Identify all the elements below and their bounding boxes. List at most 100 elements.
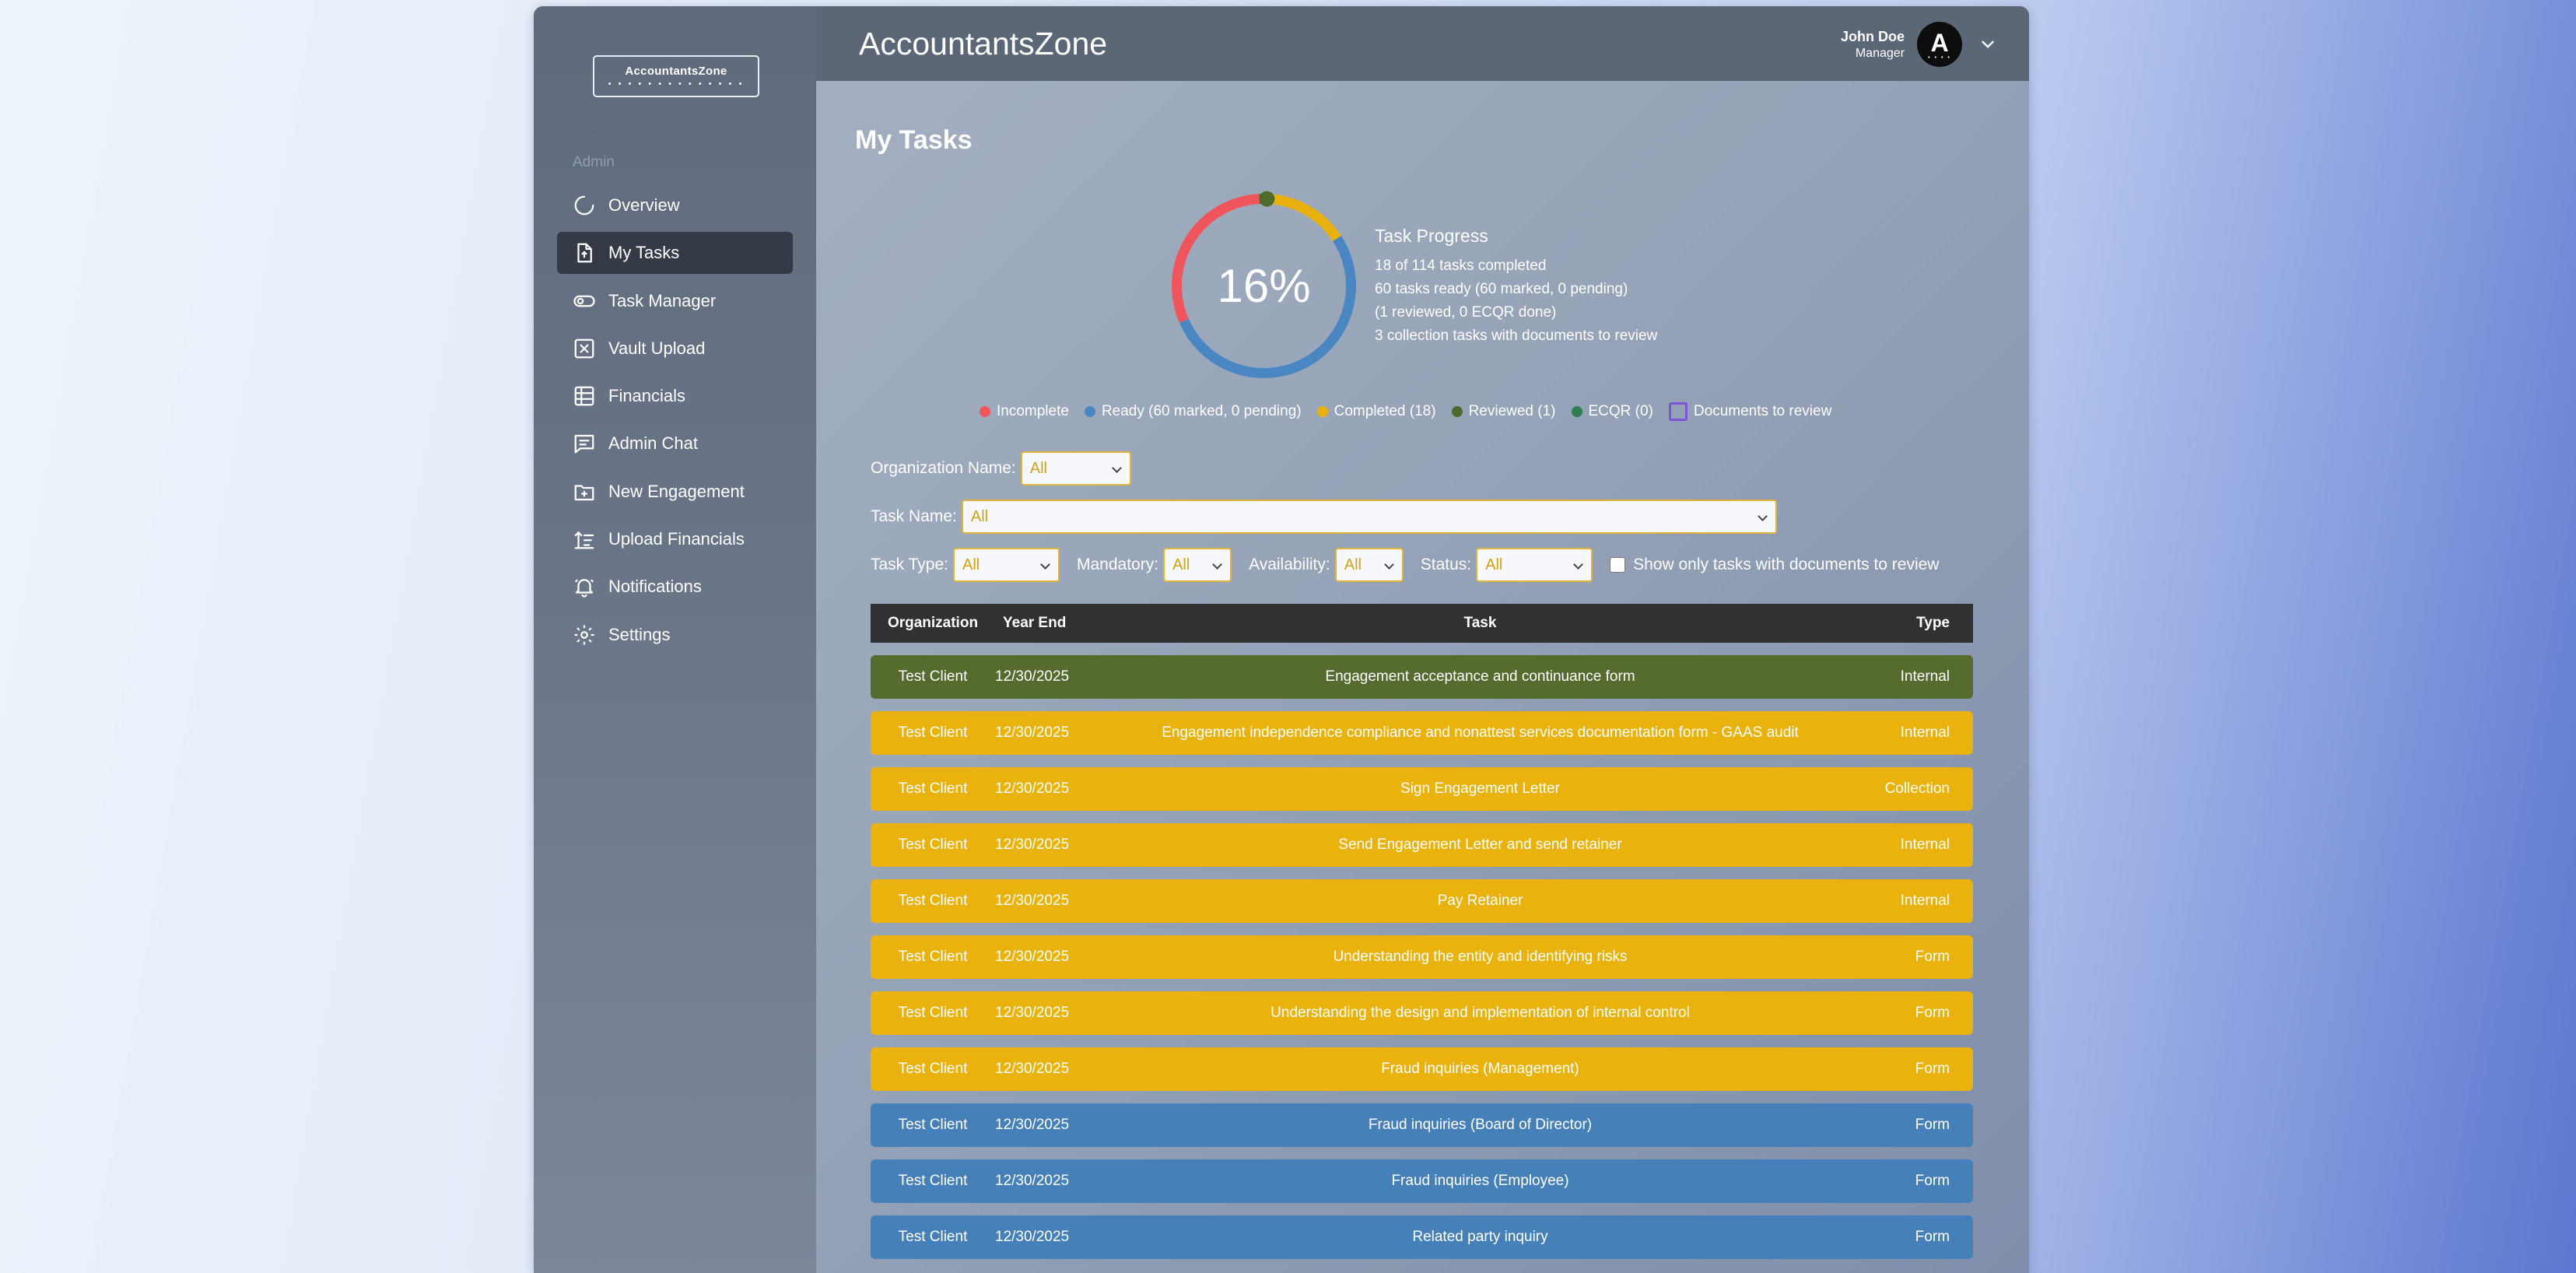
header-organization[interactable]: Organization (871, 615, 995, 632)
cell-year-end: 12/30/2025 (995, 1117, 1070, 1133)
progress-donut: 16% (1165, 187, 1363, 385)
vault-icon (574, 338, 594, 359)
legend-label: Incomplete (997, 403, 1069, 419)
legend-label: Documents to review (1693, 403, 1832, 419)
sidebar-nav: Overview My Tasks Task Manager Vault Upl… (557, 184, 793, 661)
sidebar-item-financials[interactable]: Financials (557, 375, 793, 417)
type-filter-label: Task Type: (871, 556, 948, 573)
mandatory-filter-label: Mandatory: (1077, 556, 1159, 573)
page-title: My Tasks (855, 125, 973, 155)
table-body: Test Client 12/30/2025 Engagement acceptan… (871, 655, 1973, 1259)
header-type[interactable]: Type (1872, 615, 1973, 632)
user-menu[interactable]: John Doe Manager A • • • • (1841, 22, 1998, 67)
legend-box (1668, 402, 1688, 421)
legend-item-completed: Completed (18) (1316, 403, 1436, 420)
cell-type: Internal (1900, 668, 1950, 685)
table-row[interactable]: Test Client 12/30/2025 Related party inqui… (871, 1215, 1973, 1259)
logo[interactable]: AccountantsZone • • • • • • • • • • • • … (593, 55, 759, 97)
sidebar-item-label: Notifications (608, 577, 702, 597)
legend-label: Reviewed (1) (1468, 403, 1556, 419)
table-row[interactable]: Test Client 12/30/2025 Fraud inquiries (Ma… (871, 1047, 1973, 1091)
cell-type: Internal (1900, 893, 1950, 909)
sidebar-item-new-engagement[interactable]: New Engagement (557, 471, 793, 513)
cell-type: Form (1915, 1061, 1950, 1077)
progress-legend: Incomplete Ready (60 marked, 0 pending) … (980, 402, 1847, 421)
org-filter-select[interactable]: All (1020, 451, 1131, 486)
sidebar-item-notifications[interactable]: Notifications (557, 566, 793, 608)
sidebar-item-upload-financials[interactable]: Upload Financials (557, 518, 793, 560)
table-row[interactable]: Test Client 12/30/2025 Sign Engagement Let… (871, 767, 1973, 811)
sidebar-item-overview[interactable]: Overview (557, 184, 793, 226)
main-panel: AccountantsZone John Doe Manager A • • •… (816, 6, 2029, 1273)
progress-summary: Task Progress 18 of 114 tasks completed … (1375, 226, 1657, 348)
avatar-sub: • • • • (1928, 54, 1951, 61)
cell-year-end: 12/30/2025 (995, 724, 1070, 741)
table-row[interactable]: Test Client 12/30/2025 Engagement independ… (871, 711, 1973, 755)
status-filter-select[interactable]: All (1476, 548, 1593, 582)
table-row[interactable]: Test Client 12/30/2025 Send Engagement Let… (871, 823, 1973, 867)
docs-only-checkbox[interactable] (1610, 557, 1626, 573)
progress-line: 60 tasks ready (60 marked, 0 pending) (1375, 281, 1628, 297)
user-role: Manager (1855, 46, 1905, 60)
progress-percent: 16% (1217, 260, 1311, 312)
cell-task: Fraud inquiries (Employee) (1391, 1173, 1569, 1189)
sidebar-item-label: Overview (608, 195, 680, 215)
avatar[interactable]: A • • • • (1917, 22, 1962, 67)
table-icon (574, 386, 594, 406)
cell-task: Sign Engagement Letter (1400, 780, 1560, 797)
availability-filter-select[interactable]: All (1334, 548, 1404, 582)
org-filter-value: All (1029, 459, 1047, 477)
table-row[interactable]: Test Client 12/30/2025 Engagement acceptan… (871, 655, 1973, 699)
cell-type: Form (1915, 949, 1950, 965)
legend-label: ECQR (0) (1588, 403, 1653, 419)
type-filter-select[interactable]: All (953, 548, 1060, 582)
filter-row-task-name: Task Name: All (871, 500, 1777, 534)
cell-year-end: 12/30/2025 (995, 893, 1070, 909)
user-info: John Doe Manager (1841, 29, 1905, 61)
progress-line: 18 of 114 tasks completed (1375, 258, 1547, 274)
filter-row-attributes: Task Type: All Mandatory: All Availabili… (871, 548, 1939, 582)
cell-organization: Test Client (898, 1005, 968, 1021)
sidebar-item-label: Task Manager (608, 290, 717, 310)
table-row[interactable]: Test Client 12/30/2025 Fraud inquiries (Bo… (871, 1103, 1973, 1147)
cell-type: Form (1915, 1229, 1950, 1245)
task-filter-label: Task Name: (871, 507, 957, 525)
cell-task: Send Engagement Letter and send retainer (1338, 836, 1622, 853)
sidebar-item-my-tasks[interactable]: My Tasks (557, 232, 793, 275)
sidebar-item-task-manager[interactable]: Task Manager (557, 280, 793, 322)
sidebar-item-admin-chat[interactable]: Admin Chat (557, 423, 793, 465)
overview-icon (574, 195, 594, 216)
type-filter-value: All (962, 556, 980, 573)
app-window: AccountantsZone • • • • • • • • • • • • … (534, 6, 2029, 1273)
cell-year-end: 12/30/2025 (995, 1173, 1070, 1189)
legend-dot (1316, 406, 1328, 417)
cell-organization: Test Client (898, 1229, 968, 1245)
cell-year-end: 12/30/2025 (995, 836, 1070, 853)
cell-organization: Test Client (898, 893, 968, 909)
folder-plus-icon (574, 485, 594, 500)
sidebar-item-vault-upload[interactable]: Vault Upload (557, 328, 793, 370)
sidebar-item-settings[interactable]: Settings (557, 614, 793, 656)
cell-type: Form (1915, 1117, 1950, 1133)
app-title: AccountantsZone (859, 25, 1108, 61)
docs-only-label: Show only tasks with documents to review (1633, 556, 1940, 573)
cell-type: Internal (1900, 836, 1950, 853)
cell-type: Form (1915, 1005, 1950, 1021)
sidebar-section-label: Admin (573, 154, 615, 170)
mandatory-filter-select[interactable]: All (1163, 548, 1232, 582)
cell-task: Engagement acceptance and continuance fo… (1325, 668, 1635, 685)
chevron-down-icon[interactable] (1978, 34, 1998, 54)
cell-year-end: 12/30/2025 (995, 1005, 1070, 1021)
top-bar: AccountantsZone John Doe Manager A • • •… (816, 6, 2029, 81)
table-row[interactable]: Test Client 12/30/2025 Pay Retainer Interna… (871, 879, 1973, 923)
header-year-end[interactable]: Year End (995, 615, 1088, 632)
cell-task: Understanding the design and implementat… (1270, 1005, 1690, 1021)
table-row[interactable]: Test Client 12/30/2025 Understanding the d… (871, 991, 1973, 1035)
table-row[interactable]: Test Client 12/30/2025 Fraud inquiries (Em… (871, 1159, 1973, 1203)
header-task[interactable]: Task (1088, 615, 1872, 632)
table-row[interactable]: Test Client 12/30/2025 Understanding the e… (871, 935, 1973, 979)
task-filter-select[interactable]: All (961, 500, 1777, 534)
cell-task: Fraud inquiries (Board of Director) (1368, 1117, 1593, 1133)
cell-type: Internal (1900, 724, 1950, 741)
cell-organization: Test Client (898, 1117, 968, 1133)
